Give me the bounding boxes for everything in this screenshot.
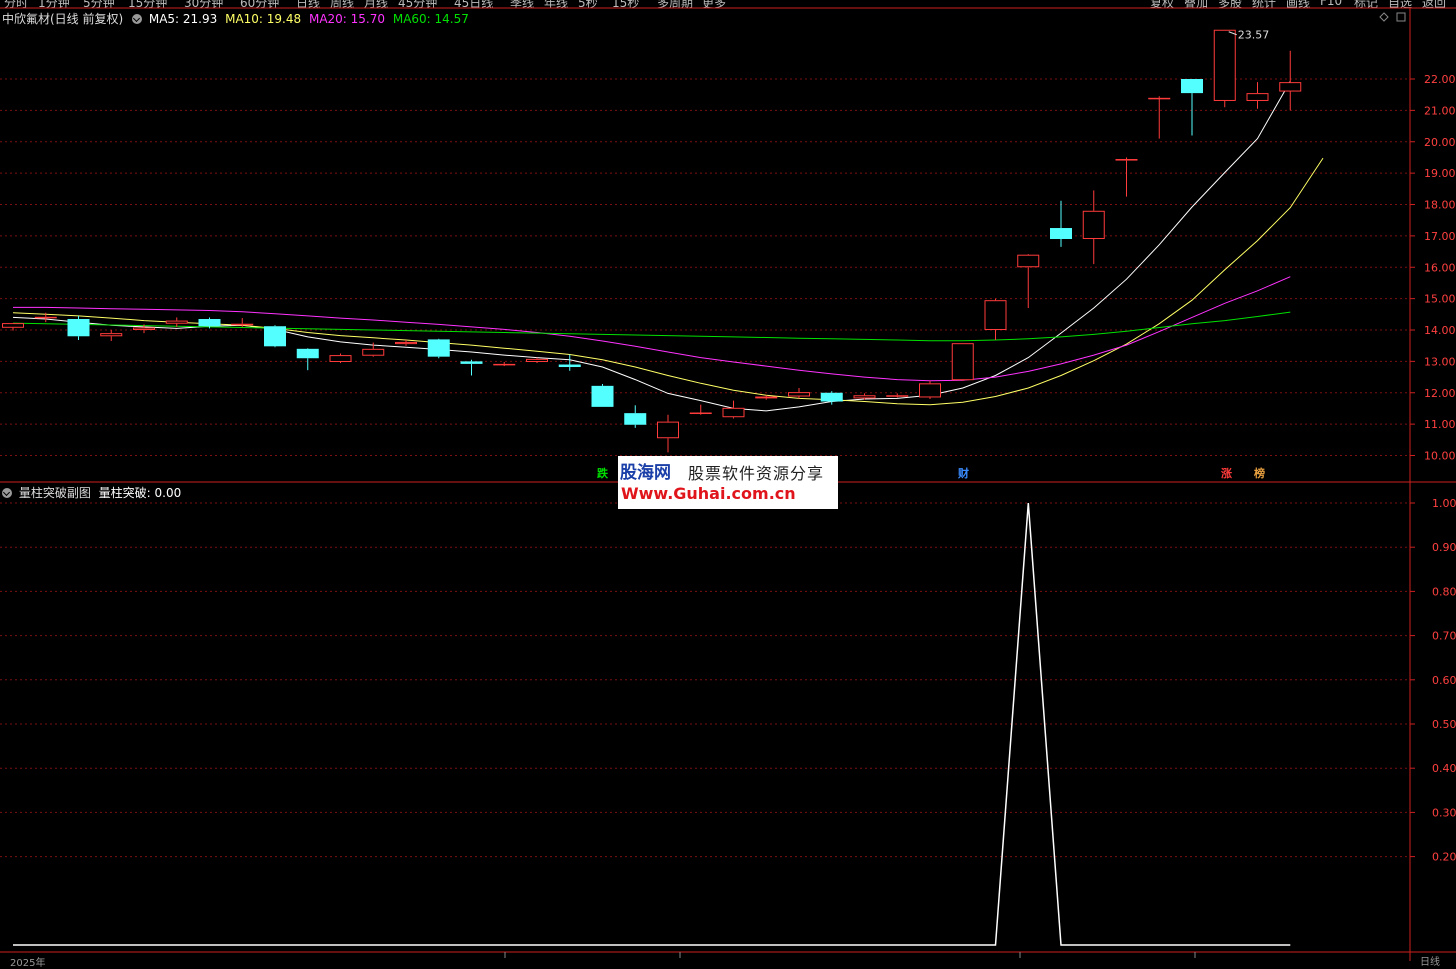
candle-body [165, 320, 188, 324]
diamond-icon [1379, 12, 1389, 22]
main-tick-label: 18.00 [1424, 199, 1456, 212]
marker-die[interactable]: 跌 [596, 468, 609, 480]
axis-date-label: 2025年 [10, 958, 46, 969]
main-tick-label: 16.00 [1424, 261, 1456, 274]
candle-body [591, 385, 614, 407]
marker-zhang[interactable]: 涨 [1220, 468, 1233, 480]
ma60-value: MA60: 14.57 [392, 12, 469, 26]
main-tick-label: 17.00 [1424, 230, 1456, 243]
candle-body [526, 358, 548, 363]
settings-circle-icon[interactable] [132, 14, 143, 24]
indicator-title: 量柱突破副图 [18, 486, 91, 500]
candle-body [395, 341, 417, 345]
sub-tick-label: 0.50 [1432, 718, 1456, 731]
main-chart-header: 中欣氟材(日线 前复权) MA5: 21.93 MA10: 19.48 MA20… [2, 10, 469, 27]
candle-body [919, 383, 941, 398]
candle-body [1050, 228, 1072, 240]
watermark-brand: 股海网 [620, 463, 671, 483]
candle-body [427, 339, 450, 357]
candle-body [1017, 254, 1040, 268]
main-tick-label: 15.00 [1424, 293, 1456, 306]
candle-body [1148, 97, 1171, 100]
candle-body [133, 327, 155, 330]
candle-body [886, 395, 909, 397]
watermark-logo: 股海网 股票软件资源分享 Www.Guhai.com.cn [618, 456, 838, 509]
candle-body [1279, 82, 1302, 92]
indicator-value: 量柱突破: 0.00 [98, 486, 182, 500]
candle-body [722, 407, 745, 418]
main-tick-label: 21.00 [1424, 104, 1456, 117]
marker-bang[interactable]: 榜 [1253, 468, 1266, 480]
marker-cai[interactable]: 财 [957, 468, 970, 480]
candle-body [67, 319, 90, 337]
sub-tick-label: 0.80 [1432, 585, 1456, 598]
candle-body [1181, 79, 1203, 94]
main-tick-label: 22.00 [1424, 73, 1456, 86]
candle-body [788, 392, 810, 397]
main-tick-label: 11.00 [1424, 418, 1456, 431]
candle-body [624, 413, 647, 425]
peak-price-label: 23.57 [1238, 29, 1270, 42]
indicator-circle-icon[interactable] [2, 488, 12, 498]
sub-tick-label: 0.60 [1432, 674, 1456, 687]
maximize-icon [1396, 12, 1406, 22]
candle-body [362, 348, 385, 356]
candle-body [1082, 210, 1105, 240]
main-tick-label: 13.00 [1424, 355, 1456, 368]
main-tick-label: 19.00 [1424, 167, 1456, 180]
candle-body [231, 323, 254, 326]
candle-body [984, 300, 1007, 331]
candle-body [2, 323, 24, 328]
candle-body [558, 364, 581, 368]
candle-body [951, 343, 974, 381]
candle-body [296, 348, 319, 359]
candle-body [1115, 159, 1138, 161]
sub-tick-label: 0.40 [1432, 762, 1456, 775]
ma-line-ma20 [13, 276, 1291, 382]
candle-body [1246, 93, 1269, 101]
candle-body [329, 355, 352, 363]
candle-body [657, 421, 679, 439]
ma20-value: MA20: 15.70 [308, 12, 386, 26]
candle-body [820, 392, 843, 402]
ma-line-ma60 [12, 311, 1291, 342]
sub-chart-header: 量柱突破副图 量柱突破: 0.00 [2, 484, 181, 501]
ma10-value: MA10: 19.48 [225, 12, 302, 26]
ma5-value: MA5: 21.93 [148, 12, 218, 26]
candle-body [34, 316, 57, 319]
sub-tick-label: 1.00 [1432, 497, 1456, 510]
candle-body [198, 319, 221, 327]
candle-body [1213, 29, 1236, 101]
main-tick-label: 14.00 [1424, 324, 1456, 337]
watermark-slogan: 股票软件资源分享 [688, 464, 825, 483]
candle-body [689, 412, 712, 415]
stock-title: 中欣氟材(日线 前复权) [2, 12, 124, 26]
candle-body [100, 333, 123, 337]
candle-body [853, 395, 876, 399]
candle-body [755, 396, 778, 399]
main-tick-label: 10.00 [1424, 450, 1456, 463]
sub-tick-label: 0.70 [1432, 630, 1456, 643]
candle-body [460, 361, 483, 364]
sub-tick-label: 0.90 [1432, 541, 1456, 554]
candle-body [264, 326, 286, 347]
sub-tick-label: 0.20 [1432, 851, 1456, 864]
watermark-url: Www.Guhai.com.cn [621, 484, 796, 503]
candle-body [493, 363, 516, 366]
main-tick-label: 12.00 [1424, 387, 1456, 400]
sub-tick-label: 0.30 [1432, 806, 1456, 819]
main-tick-label: 20.00 [1424, 136, 1456, 149]
